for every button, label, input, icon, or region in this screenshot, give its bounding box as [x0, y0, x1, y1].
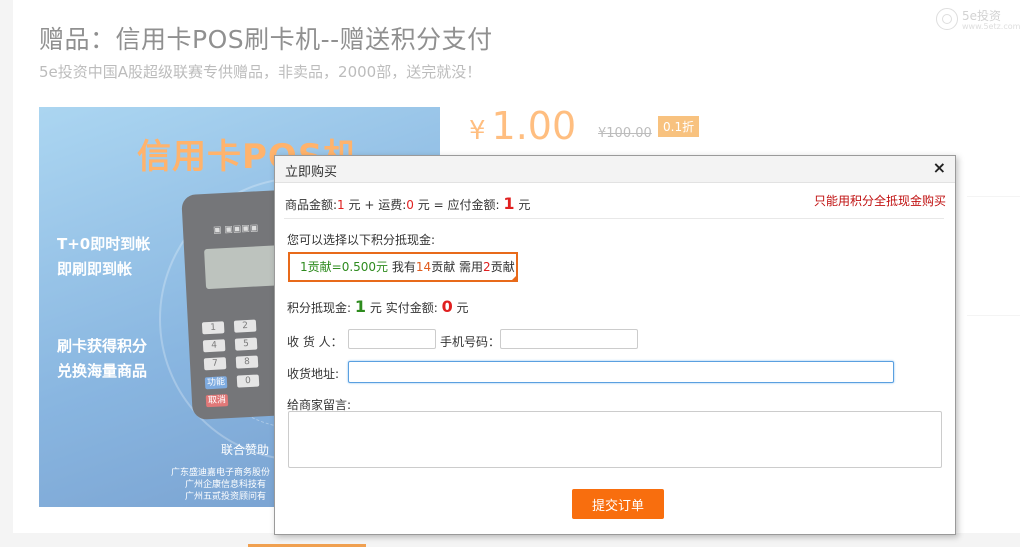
receiver-input[interactable]: [348, 329, 436, 349]
amount-summary: 商品金额:1 元 + 运费:0 元 = 应付金额: 1 元: [285, 194, 530, 213]
offset-summary: 积分抵现金: 1 元 实付金额: 0 元: [287, 297, 469, 316]
submit-order-button[interactable]: 提交订单: [572, 489, 664, 519]
actual-label: 实付金额:: [385, 301, 438, 315]
unit-label: 元: [348, 198, 361, 212]
phone-label: 手机号码：: [440, 335, 501, 349]
purchase-dialog: 立即购买 × 商品金额:1 元 + 运费:0 元 = 应付金额: 1 元 只能用…: [274, 155, 956, 535]
points-need-label: 需用: [459, 260, 484, 274]
unit-label: 元: [369, 301, 382, 315]
selected-check-icon: [510, 274, 519, 300]
phone-input[interactable]: [500, 329, 638, 349]
receiver-label: 收 货 人：: [287, 335, 343, 349]
actual-value: 0: [441, 297, 453, 316]
amount-label: 商品金额:: [285, 198, 338, 212]
dialog-header: 立即购买 ×: [275, 156, 955, 183]
unit-label: 元: [456, 301, 469, 315]
offset-label: 积分抵现金:: [287, 301, 352, 315]
points-unit-label: 贡献: [431, 260, 456, 274]
points-rate: =0.500元: [331, 260, 389, 274]
choose-points-label: 您可以选择以下积分抵现金:: [287, 233, 436, 247]
close-icon[interactable]: ×: [933, 158, 946, 177]
shipping-label: + 运费:: [364, 198, 407, 212]
points-have-label: 我有: [391, 260, 416, 274]
payable-label: = 应付金额:: [433, 198, 500, 212]
divider: [284, 218, 944, 219]
offset-value: 1: [354, 297, 367, 316]
points-option[interactable]: 1贡献=0.500元 我有14贡献 需用2贡献: [288, 252, 519, 300]
points-have-value: 14: [415, 260, 432, 274]
shipping-value: 0: [406, 198, 414, 212]
unit-label: 元: [518, 198, 531, 212]
dialog-title: 立即购买: [285, 165, 338, 180]
points-need-value: 2: [483, 260, 491, 274]
unit-label: 元: [417, 198, 430, 212]
address-label: 收货地址:: [287, 367, 340, 381]
payment-notice: 只能用积分全抵现金购买: [813, 194, 946, 208]
points-unit-label: 贡献: [490, 260, 515, 274]
address-input[interactable]: [348, 361, 894, 383]
payable-value: 1: [503, 194, 515, 213]
amount-value: 1: [337, 198, 345, 212]
message-textarea[interactable]: [288, 411, 942, 468]
points-unit: 1贡献: [300, 260, 332, 274]
